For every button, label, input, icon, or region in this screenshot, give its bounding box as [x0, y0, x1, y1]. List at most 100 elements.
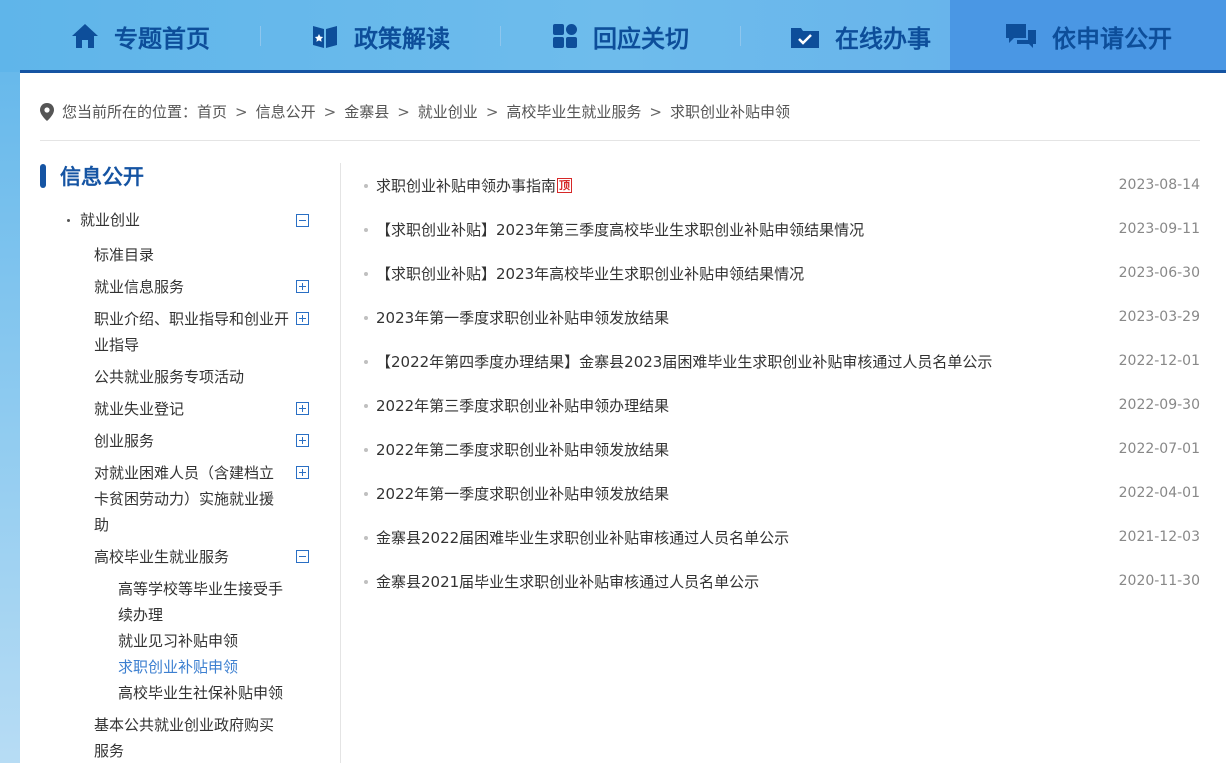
nav-item-home[interactable]: 专题首页	[40, 0, 240, 72]
grid-icon	[551, 22, 579, 50]
nav-item-label: 专题首页	[114, 24, 210, 53]
article-link[interactable]: 求职创业补贴申领办事指南顶	[376, 175, 573, 196]
breadcrumb-prefix: 您当前所在的位置：	[62, 103, 198, 121]
tree-item[interactable]: 就业失业登记	[94, 396, 184, 422]
article-date: 2023-06-30	[1118, 265, 1200, 281]
tree-item[interactable]: 职业介绍、职业指导和创业开业指导	[94, 306, 289, 358]
article-link[interactable]: 2022年第一季度求职创业补贴申领发放结果	[376, 483, 669, 504]
breadcrumb: 您当前所在的位置： 首页 > 信息公开 > 金寨县 > 就业创业 > 高校毕业生…	[40, 101, 1200, 122]
article-link[interactable]: 2023年第一季度求职创业补贴申领发放结果	[376, 307, 669, 328]
chat-icon	[1004, 22, 1038, 50]
nav-item-label: 依申请公开	[1052, 24, 1172, 53]
folder-check-icon	[789, 22, 821, 50]
tree-bullet	[67, 219, 70, 222]
breadcrumb-separator: >	[485, 102, 499, 121]
article-date: 2022-04-01	[1118, 485, 1200, 501]
nav-item-online-service[interactable]: 在线办事	[760, 0, 960, 72]
breadcrumb-separator: >	[235, 102, 248, 121]
tree-subitem-active[interactable]: 求职创业补贴申领	[118, 654, 238, 680]
list-bullet	[364, 272, 368, 276]
tree-item[interactable]: 基本公共就业创业政府购买服务	[94, 712, 286, 763]
list-item: 2022年第二季度求职创业补贴申领发放结果 2022-07-01	[360, 434, 1200, 464]
tree-subitem[interactable]: 高校毕业生社保补贴申领	[118, 680, 283, 706]
sidebar: 信息公开 就业创业 标准目录 就业信息服务 职业介绍、职业指导和创业开业指导 公…	[20, 143, 340, 763]
breadcrumb-link[interactable]: 首页	[197, 101, 227, 122]
article-title: 求职创业补贴申领办事指南	[376, 176, 557, 195]
nav-item-response[interactable]: 回应关切	[520, 0, 720, 72]
tree-item-root[interactable]: 就业创业	[80, 207, 140, 233]
article-date: 2022-07-01	[1118, 441, 1200, 457]
list-item: 【求职创业补贴】2023年高校毕业生求职创业补贴申领结果情况 2023-06-3…	[360, 258, 1200, 288]
article-date: 2023-08-14	[1118, 177, 1200, 193]
article-link[interactable]: 金寨县2021届毕业生求职创业补贴审核通过人员名单公示	[376, 571, 759, 592]
title-accent-bar	[40, 164, 46, 188]
expand-toggle-icon[interactable]	[296, 280, 309, 293]
home-icon	[70, 22, 100, 50]
article-link[interactable]: 2022年第三季度求职创业补贴申领办理结果	[376, 395, 669, 416]
list-item: 2022年第三季度求职创业补贴申领办理结果 2022-09-30	[360, 390, 1200, 420]
article-link[interactable]: 2022年第二季度求职创业补贴申领发放结果	[376, 439, 669, 460]
article-link[interactable]: 【求职创业补贴】2023年第三季度高校毕业生求职创业补贴申领结果情况	[376, 219, 864, 240]
list-item: 求职创业补贴申领办事指南顶 2023-08-14	[360, 170, 1200, 200]
article-date: 2022-12-01	[1118, 353, 1200, 369]
sidebar-title: 信息公开	[40, 161, 144, 191]
article-date: 2021-12-03	[1118, 529, 1200, 545]
tree-item[interactable]: 标准目录	[94, 242, 154, 268]
breadcrumb-divider	[40, 140, 1200, 141]
nav-item-label: 在线办事	[835, 24, 931, 53]
expand-toggle-icon[interactable]	[296, 466, 309, 479]
list-item: 金寨县2022届困难毕业生求职创业补贴审核通过人员名单公示 2021-12-03	[360, 522, 1200, 552]
sidebar-title-text: 信息公开	[60, 165, 144, 189]
article-date: 2020-11-30	[1118, 573, 1200, 589]
breadcrumb-link[interactable]: 信息公开	[256, 101, 316, 122]
list-bullet	[364, 492, 368, 496]
breadcrumb-link[interactable]: 求职创业补贴申领	[670, 101, 790, 122]
nav-divider	[260, 26, 261, 46]
top-navigation: 专题首页 政策解读 回应关切 在线办事 依申请公开	[0, 0, 1226, 72]
breadcrumb-link[interactable]: 就业创业	[418, 101, 478, 122]
collapse-toggle-icon[interactable]	[296, 214, 309, 227]
pinned-badge: 顶	[557, 177, 573, 193]
article-link[interactable]: 【2022年第四季度办理结果】金寨县2023届困难毕业生求职创业补贴审核通过人员…	[376, 351, 992, 372]
list-bullet	[364, 536, 368, 540]
breadcrumb-separator: >	[649, 102, 662, 121]
list-bullet	[364, 360, 368, 364]
list-bullet	[364, 184, 368, 188]
tree-subitem[interactable]: 高等学校等毕业生接受手续办理	[118, 576, 296, 628]
list-item: 金寨县2021届毕业生求职创业补贴审核通过人员名单公示 2020-11-30	[360, 566, 1200, 596]
tree-item[interactable]: 就业信息服务	[94, 274, 184, 300]
list-item: 【求职创业补贴】2023年第三季度高校毕业生求职创业补贴申领结果情况 2023-…	[360, 214, 1200, 244]
nav-item-label: 政策解读	[354, 24, 450, 53]
tree-item[interactable]: 高校毕业生就业服务	[94, 544, 229, 570]
list-bullet	[364, 316, 368, 320]
list-item: 2022年第一季度求职创业补贴申领发放结果 2022-04-01	[360, 478, 1200, 508]
location-pin-icon	[40, 102, 54, 121]
breadcrumb-link[interactable]: 高校毕业生就业服务	[506, 101, 641, 122]
nav-item-label: 回应关切	[593, 24, 689, 53]
nav-divider	[740, 26, 741, 46]
article-link[interactable]: 金寨县2022届困难毕业生求职创业补贴审核通过人员名单公示	[376, 527, 789, 548]
list-item: 【2022年第四季度办理结果】金寨县2023届困难毕业生求职创业补贴审核通过人员…	[360, 346, 1200, 376]
list-bullet	[364, 448, 368, 452]
tree-item[interactable]: 创业服务	[94, 428, 154, 454]
expand-toggle-icon[interactable]	[296, 402, 309, 415]
breadcrumb-link[interactable]: 金寨县	[344, 101, 389, 122]
book-icon	[310, 22, 340, 50]
tree-item[interactable]: 对就业困难人员（含建档立卡贫困劳动力）实施就业援助	[94, 460, 286, 538]
collapse-toggle-icon[interactable]	[296, 550, 309, 563]
content-panel: 您当前所在的位置： 首页 > 信息公开 > 金寨县 > 就业创业 > 高校毕业生…	[20, 70, 1226, 763]
nav-item-apply-disclosure[interactable]: 依申请公开	[950, 0, 1226, 72]
article-date: 2023-03-29	[1118, 309, 1200, 325]
article-date: 2022-09-30	[1118, 397, 1200, 413]
article-date: 2023-09-11	[1118, 221, 1200, 237]
nav-item-policy[interactable]: 政策解读	[280, 0, 480, 72]
article-link[interactable]: 【求职创业补贴】2023年高校毕业生求职创业补贴申领结果情况	[376, 263, 804, 284]
tree-item[interactable]: 公共就业服务专项活动	[94, 364, 244, 390]
tree-subitem[interactable]: 就业见习补贴申领	[118, 628, 238, 654]
nav-divider	[500, 26, 501, 46]
expand-toggle-icon[interactable]	[296, 434, 309, 447]
list-bullet	[364, 404, 368, 408]
expand-toggle-icon[interactable]	[296, 312, 309, 325]
list-item: 2023年第一季度求职创业补贴申领发放结果 2023-03-29	[360, 302, 1200, 332]
sidebar-divider	[340, 163, 341, 763]
